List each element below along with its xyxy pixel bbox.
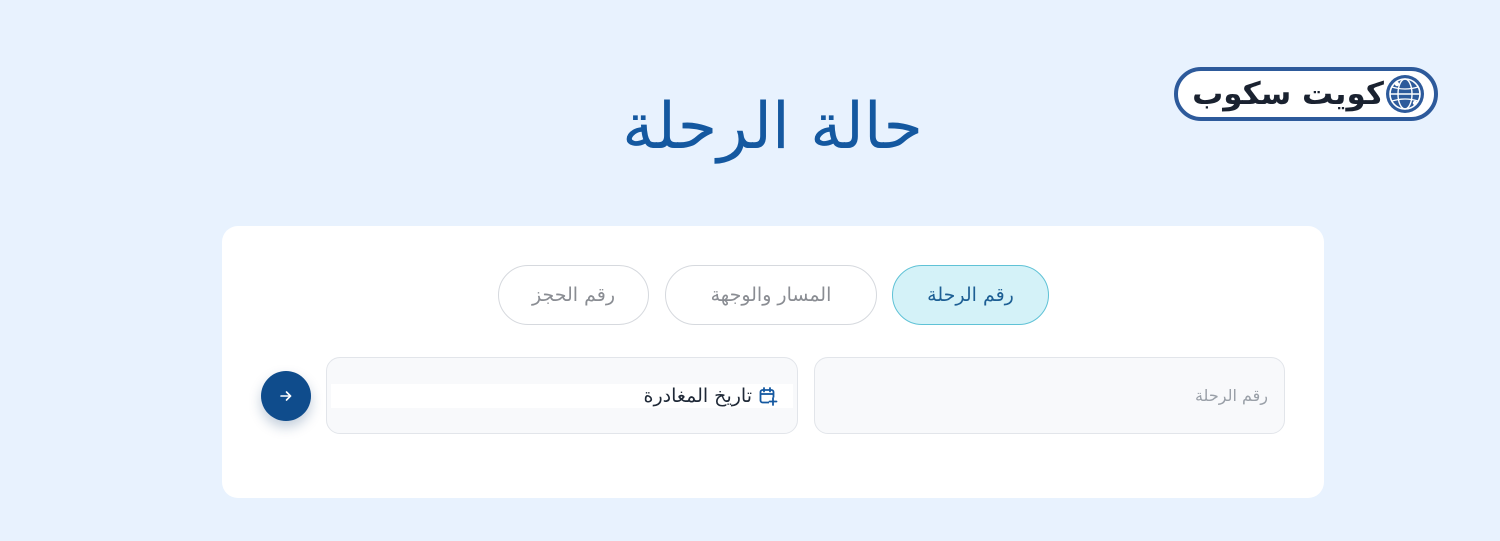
departure-date-field[interactable]: تاريخ المغادرة: [326, 357, 798, 434]
flight-number-input[interactable]: [815, 358, 1284, 433]
departure-date-label: تاريخ المغادرة: [643, 385, 752, 407]
search-submit-button[interactable]: [261, 371, 311, 421]
flight-number-field: [814, 357, 1285, 434]
flight-search-card: رقم الرحلة المسار والوجهة رقم الحجز تاري…: [222, 226, 1324, 498]
tab-booking-number[interactable]: رقم الحجز: [498, 265, 649, 325]
departure-date-display[interactable]: تاريخ المغادرة: [331, 384, 793, 408]
tab-label: المسار والوجهة: [710, 284, 832, 306]
tab-route-destination[interactable]: المسار والوجهة: [665, 265, 877, 325]
tab-flight-number[interactable]: رقم الرحلة: [892, 265, 1049, 325]
tab-label: رقم الرحلة: [927, 284, 1014, 306]
calendar-plus-icon: [759, 387, 778, 406]
page-title: حالة الرحلة: [622, 90, 923, 164]
tab-label: رقم الحجز: [531, 284, 616, 306]
arrow-right-icon: [280, 391, 292, 401]
